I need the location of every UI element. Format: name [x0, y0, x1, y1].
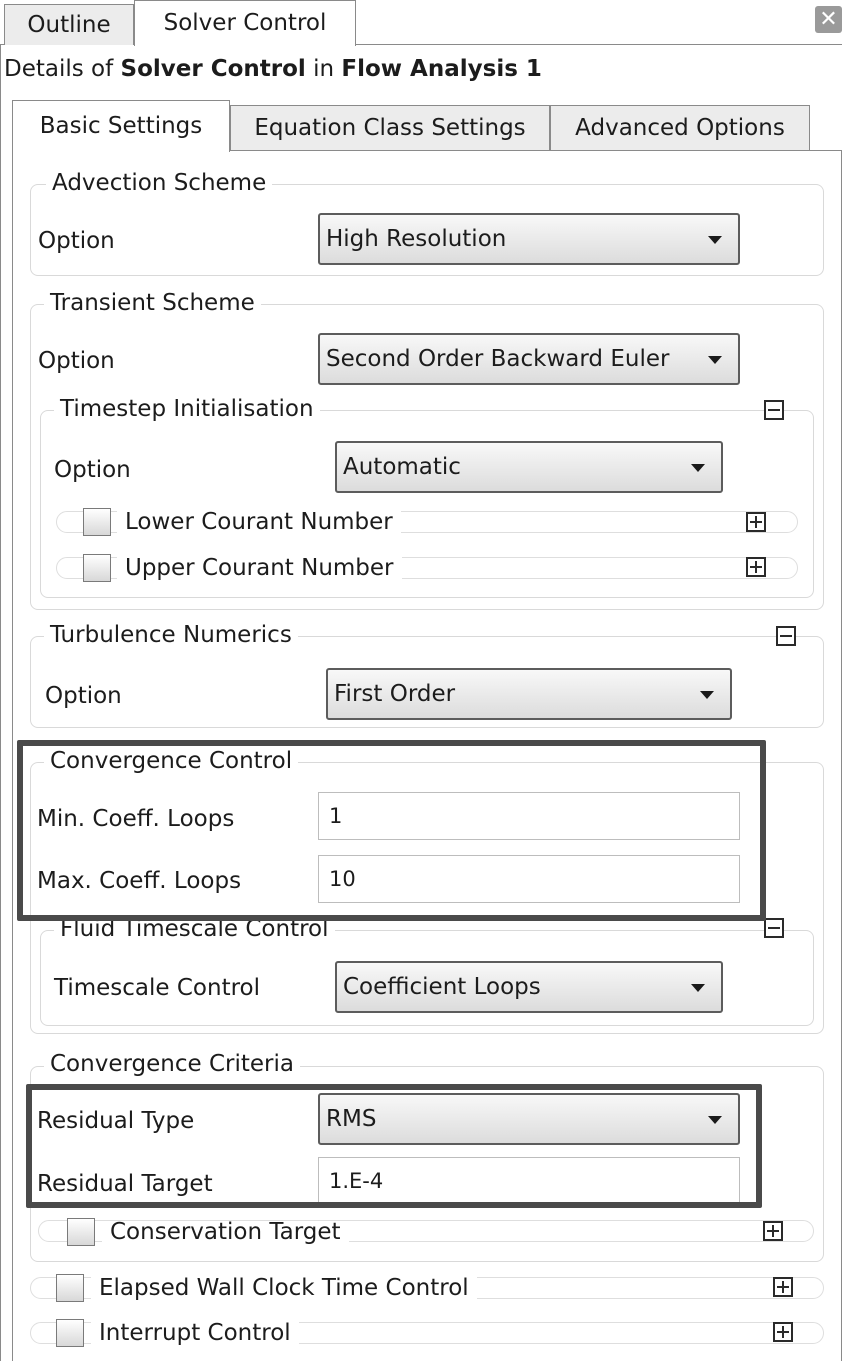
transient-option-label: Option: [38, 348, 115, 374]
advection-option-label: Option: [38, 228, 115, 254]
collapse-icon[interactable]: [764, 400, 784, 420]
advection-option-select[interactable]: High Resolution: [318, 213, 740, 265]
details-object: Solver Control: [120, 56, 306, 82]
tab-basic-settings[interactable]: Basic Settings: [12, 100, 230, 152]
conservation-target-label: Conservation Target: [102, 1221, 349, 1244]
conservation-target-checkbox[interactable]: [67, 1218, 95, 1246]
tab-advanced-options[interactable]: Advanced Options: [550, 105, 810, 150]
convergence-control-highlight: [17, 740, 766, 921]
convergence-criteria-title: Convergence Criteria: [44, 1053, 300, 1076]
tab-basic-settings-label: Basic Settings: [39, 113, 203, 139]
transient-scheme-title: Transient Scheme: [44, 292, 261, 315]
close-icon[interactable]: ✕: [815, 6, 842, 33]
chevron-down-icon: [700, 691, 714, 699]
lower-courant-checkbox[interactable]: [83, 508, 111, 536]
timestep-option-label: Option: [54, 457, 131, 483]
timestep-initialisation-title: Timestep Initialisation: [54, 398, 320, 421]
timescale-control-select[interactable]: Coefficient Loops: [335, 961, 723, 1013]
convergence-criteria-highlight: [26, 1084, 762, 1208]
turbulence-option-value: First Order: [334, 681, 456, 707]
expand-icon[interactable]: [773, 1322, 793, 1342]
turbulence-numerics-title: Turbulence Numerics: [44, 624, 298, 647]
expand-icon[interactable]: [763, 1221, 783, 1241]
expand-icon[interactable]: [746, 512, 766, 532]
advection-option-value: High Resolution: [326, 226, 507, 252]
chevron-down-icon: [691, 984, 705, 992]
details-header: Details of Solver Control in Flow Analys…: [4, 58, 542, 81]
turbulence-option-label: Option: [45, 683, 122, 709]
transient-option-value: Second Order Backward Euler: [326, 346, 670, 372]
interrupt-control-checkbox[interactable]: [56, 1319, 84, 1347]
expand-icon[interactable]: [746, 557, 766, 577]
interrupt-control-label: Interrupt Control: [91, 1322, 299, 1345]
timescale-control-value: Coefficient Loops: [343, 974, 541, 1000]
chevron-down-icon: [708, 236, 722, 244]
tab-equation-class-settings-label: Equation Class Settings: [254, 115, 526, 141]
upper-courant-label: Upper Courant Number: [117, 557, 402, 580]
elapsed-wall-clock-label: Elapsed Wall Clock Time Control: [91, 1277, 477, 1300]
collapse-icon[interactable]: [764, 918, 784, 938]
advection-scheme-title: Advection Scheme: [46, 172, 273, 195]
expand-icon[interactable]: [773, 1277, 793, 1297]
details-context: Flow Analysis 1: [341, 56, 542, 82]
tab-advanced-options-label: Advanced Options: [575, 115, 785, 141]
upper-courant-checkbox[interactable]: [83, 554, 111, 582]
tab-solver-control[interactable]: Solver Control: [134, 0, 356, 46]
transient-option-select[interactable]: Second Order Backward Euler: [318, 333, 740, 385]
elapsed-wall-clock-checkbox[interactable]: [56, 1274, 84, 1302]
turbulence-option-select[interactable]: First Order: [326, 668, 732, 720]
left-border: [0, 44, 1, 1361]
timescale-control-label: Timescale Control: [54, 975, 261, 1001]
collapse-icon[interactable]: [776, 626, 796, 646]
fluid-timescale-title: Fluid Timescale Control: [54, 918, 335, 941]
details-prefix: Details of: [4, 56, 121, 82]
timestep-option-value: Automatic: [343, 454, 461, 480]
timestep-option-select[interactable]: Automatic: [335, 441, 723, 493]
tab-solver-control-label: Solver Control: [163, 10, 327, 36]
tab-equation-class-settings[interactable]: Equation Class Settings: [230, 105, 550, 150]
tab-outline[interactable]: Outline: [4, 4, 134, 45]
details-middle: in: [305, 56, 342, 82]
chevron-down-icon: [708, 356, 722, 364]
lower-courant-label: Lower Courant Number: [117, 511, 401, 534]
chevron-down-icon: [691, 464, 705, 472]
tab-outline-label: Outline: [27, 12, 111, 38]
